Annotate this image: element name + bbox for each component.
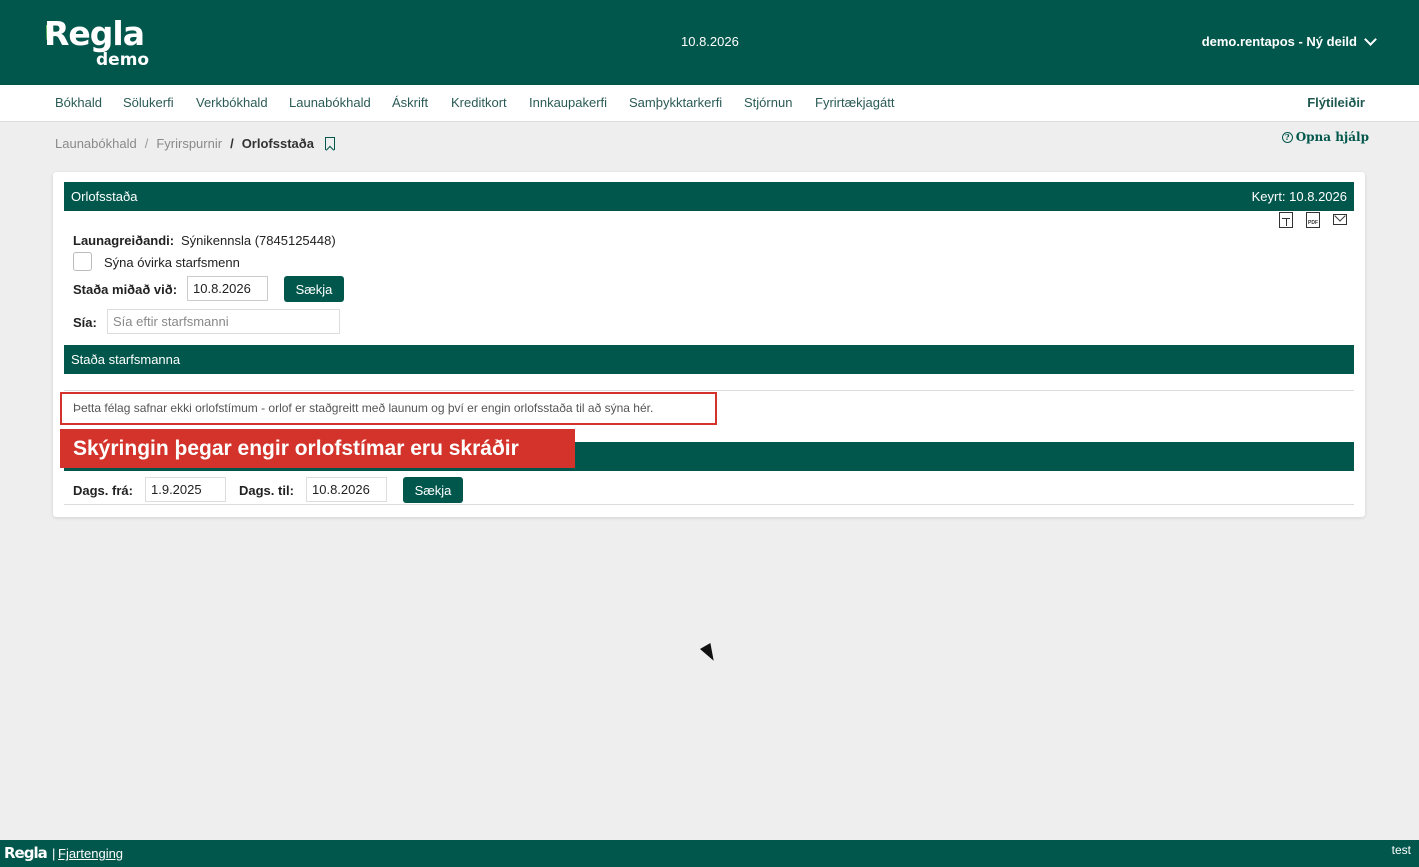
current-date: 10.8.2026 <box>681 34 739 49</box>
nav-item-fyrirtaekjagatt[interactable]: Fyrirtækjagátt <box>815 95 894 110</box>
nav-item-samthykktarkerfi[interactable]: Samþykktarkerfi <box>629 95 722 110</box>
footer-logo: Regla <box>4 844 48 862</box>
breadcrumb-fyrirspurnir[interactable]: Fyrirspurnir <box>156 136 222 151</box>
divider <box>64 504 1354 505</box>
main-nav: Bókhald Sölukerfi Verkbókhald Launabókha… <box>0 85 1419 122</box>
report-header: Orlofsstaða Keyrt: 10.8.2026 <box>64 182 1354 211</box>
export-toolbar: PDF <box>1279 212 1347 228</box>
date-from-label: Dags. frá: <box>73 483 133 498</box>
show-inactive-checkbox[interactable] <box>73 252 92 271</box>
nav-item-bokhald[interactable]: Bókhald <box>55 95 102 110</box>
as-of-date-input[interactable] <box>187 276 268 301</box>
fetch-button[interactable]: Sækja <box>284 276 344 302</box>
top-bar: Regla demo 10.8.2026 demo.rentapos - Ný … <box>0 0 1419 85</box>
report-title: Orlofsstaða <box>71 189 138 204</box>
remote-connection-link[interactable]: Fjartenging <box>58 846 123 861</box>
employer-value: Sýnikennsla (7845125448) <box>181 233 336 248</box>
date-from-input[interactable] <box>145 477 226 502</box>
nav-item-launabokhald[interactable]: Launabókhald <box>289 95 371 110</box>
mouse-cursor-icon <box>700 643 719 664</box>
breadcrumb-separator: / <box>144 136 149 151</box>
date-range-fetch-button[interactable]: Sækja <box>403 477 463 503</box>
employer-label: Launagreiðandi: <box>73 233 175 248</box>
breadcrumb-launabokhald[interactable]: Launabókhald <box>55 136 137 151</box>
help-link[interactable]: ? Opna hjálp <box>1281 130 1369 144</box>
date-to-input[interactable] <box>306 477 387 502</box>
pdf-icon-label: PDF <box>1308 220 1318 226</box>
filter-label: Sía: <box>73 315 97 330</box>
pdf-export-icon[interactable]: PDF <box>1306 212 1320 228</box>
nav-item-kreditkort[interactable]: Kreditkort <box>451 95 507 110</box>
annotation-callout: Skýringin þegar engir orlofstímar eru sk… <box>60 429 575 468</box>
user-menu[interactable]: demo.rentapos - Ný deild <box>1201 32 1377 49</box>
as-of-label: Staða miðað við: <box>73 282 178 297</box>
show-inactive-label: Sýna óvirka starfsmenn <box>104 255 240 270</box>
breadcrumb: Launabókhald / Fyrirspurnir / Orlofsstað… <box>55 136 335 151</box>
employees-section-header: Staða starfsmanna <box>64 345 1354 374</box>
footer-separator: | <box>52 846 56 861</box>
nav-item-solukerfi[interactable]: Sölukerfi <box>123 95 174 110</box>
environment-label: test <box>1391 843 1411 857</box>
nav-item-innkaupakerfi[interactable]: Innkaupakerfi <box>529 95 607 110</box>
nav-item-askrift[interactable]: Áskrift <box>392 95 428 110</box>
user-menu-label: demo.rentapos - Ný deild <box>1201 34 1357 49</box>
employees-section-title: Staða starfsmanna <box>71 352 181 367</box>
regla-logo[interactable]: Regla demo <box>40 14 164 72</box>
help-label: Opna hjálp <box>1295 130 1369 144</box>
excel-export-icon[interactable] <box>1279 212 1293 228</box>
breadcrumb-current: Orlofsstaða <box>241 136 314 151</box>
footer: Regla | Fjartenging test <box>0 840 1419 867</box>
date-to-label: Dags. til: <box>239 483 294 498</box>
nav-item-verkbokhald[interactable]: Verkbókhald <box>196 95 268 110</box>
no-vacation-message: Þetta félag safnar ekki orlofstímum - or… <box>60 392 717 425</box>
question-circle-icon: ? <box>1281 131 1293 143</box>
nav-item-stjornun[interactable]: Stjórnun <box>744 95 792 110</box>
logo-subtext: demo <box>96 50 150 70</box>
email-icon[interactable] <box>1333 214 1347 225</box>
filter-input[interactable] <box>107 309 340 334</box>
chevron-down-icon <box>1364 32 1377 46</box>
bookmark-icon[interactable] <box>324 137 335 150</box>
divider <box>64 390 1354 391</box>
breadcrumb-separator: / <box>230 136 234 151</box>
report-run-date: Keyrt: 10.8.2026 <box>1251 189 1347 204</box>
shortcuts-menu[interactable]: Flýtileiðir <box>1307 95 1365 110</box>
report-card: Orlofsstaða Keyrt: 10.8.2026 PDF Launagr… <box>53 172 1365 517</box>
logo-text: Regla <box>44 14 145 53</box>
